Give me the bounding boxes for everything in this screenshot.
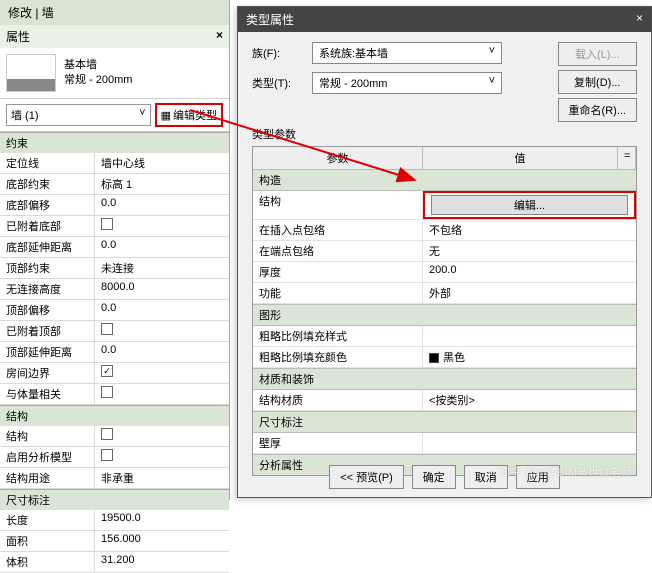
type-params-grid: 参数 值 = 构造 结构编辑... 在插入点包络不包络 在端点包络无 厚度200… <box>252 146 637 476</box>
close-icon[interactable]: × <box>636 11 643 28</box>
section-structure: 结构 <box>0 405 229 426</box>
chevron-down-icon: ˅ <box>489 45 495 61</box>
color-swatch-icon <box>429 353 439 363</box>
dialog-titlebar[interactable]: 类型属性 × <box>238 7 651 32</box>
section-constraint: 约束 <box>0 132 229 153</box>
properties-panel: 修改 | 墙 属性 × 基本墙 常规 - 200mm 墙 (1)˅ ▦编辑类型 … <box>0 0 230 500</box>
type-properties-dialog: 类型属性 × 族(F): 系统族:基本墙˅ 类型(T): 常规 - 200mm˅… <box>237 6 652 498</box>
checkbox-checked: ✓ <box>101 365 113 377</box>
close-icon[interactable]: × <box>216 28 223 42</box>
checkbox <box>101 218 113 230</box>
type-dropdown[interactable]: 常规 - 200mm˅ <box>312 72 502 94</box>
section-dim[interactable]: 尺寸标注 <box>253 411 636 433</box>
edit-type-button[interactable]: ▦编辑类型 <box>155 103 223 127</box>
apply-button[interactable]: 应用 <box>516 465 560 489</box>
chevron-down-icon: ˅ <box>489 75 495 91</box>
location-line-value[interactable]: 墙中心线 <box>95 153 229 173</box>
family-selector[interactable]: 基本墙 常规 - 200mm <box>0 48 229 99</box>
chevron-down-icon: ˅ <box>139 107 145 123</box>
modify-header: 修改 | 墙 <box>0 0 229 25</box>
ok-button[interactable]: 确定 <box>412 465 456 489</box>
properties-header: 属性 × <box>0 25 229 48</box>
section-material[interactable]: 材质和装饰 <box>253 368 636 390</box>
load-button[interactable]: 载入(L)... <box>558 42 637 66</box>
edit-type-icon: ▦ <box>161 109 171 122</box>
rename-button[interactable]: 重命名(R)... <box>558 98 637 122</box>
duplicate-button[interactable]: 复制(D)... <box>558 70 637 94</box>
edit-structure-button[interactable]: 编辑... <box>431 195 628 215</box>
section-graphics[interactable]: 图形 <box>253 304 636 326</box>
type-dropdown[interactable]: 墙 (1)˅ <box>6 104 151 126</box>
cancel-button[interactable]: 取消 <box>464 465 508 489</box>
preview-button[interactable]: << 预览(P) <box>329 465 404 489</box>
wall-thumb-icon <box>6 54 56 92</box>
section-construct[interactable]: 构造 <box>253 169 636 191</box>
family-dropdown[interactable]: 系统族:基本墙˅ <box>312 42 502 64</box>
